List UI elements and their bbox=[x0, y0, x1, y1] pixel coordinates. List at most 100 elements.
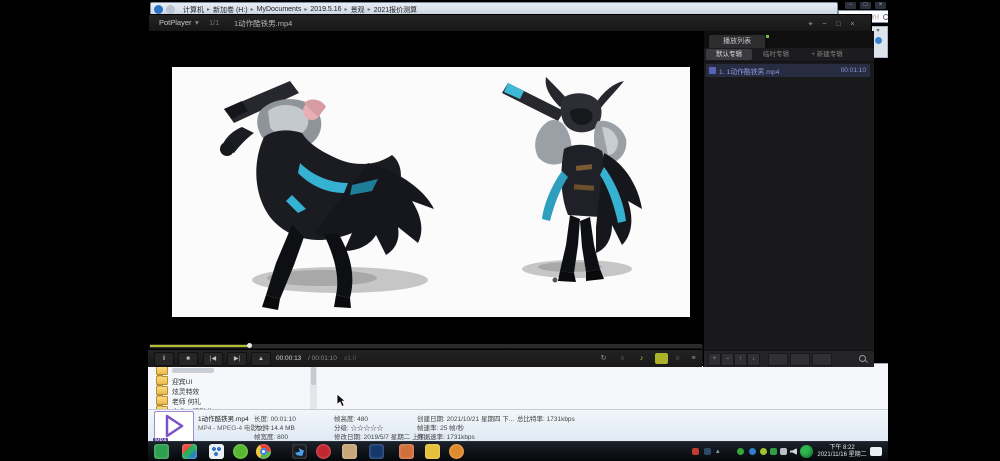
player-control-bar: ‖ ■ |◀ ▶| ▲ 00:00:13 / 00:01:10 x1.0 ↻ ○… bbox=[148, 349, 702, 367]
pause-button[interactable]: ‖ bbox=[154, 352, 174, 366]
taskbar-app-colorful-s[interactable] bbox=[182, 444, 197, 459]
folder-icon bbox=[156, 376, 168, 385]
seek-progress bbox=[150, 345, 249, 347]
explorer-maximize-button[interactable]: □ bbox=[860, 1, 871, 9]
maximize-button[interactable]: □ bbox=[832, 18, 845, 29]
breadcrumb-item[interactable]: 2019.5.16 bbox=[310, 6, 341, 13]
playlist-toolbar: + − ↑ ↓ bbox=[704, 350, 874, 367]
time-total: / 00:01:10 bbox=[308, 355, 337, 362]
taskbar-app-orange-ball[interactable] bbox=[449, 444, 464, 459]
notification-bubble-icon[interactable] bbox=[870, 447, 882, 456]
tree-row[interactable]: 老师 何礼 bbox=[156, 396, 201, 405]
tab-default-album[interactable]: 默认专辑 bbox=[706, 49, 752, 60]
tab-temp-album[interactable]: 临时专辑 bbox=[756, 49, 796, 60]
taskbar-app-green-circle[interactable] bbox=[233, 444, 248, 459]
taskbar-app-green-figure[interactable] bbox=[154, 444, 169, 459]
video-display[interactable] bbox=[172, 67, 690, 317]
playlist-toggle-button[interactable]: ≡ bbox=[687, 353, 700, 364]
breadcrumb: 计算机 ▸ 新加卷 (H:) ▸ MyDocuments ▸ 2019.5.16… bbox=[183, 5, 417, 15]
playlist-item[interactable]: 1. 1动作酷铁男.mp4 00:01:10 bbox=[706, 64, 870, 77]
breadcrumb-item[interactable]: 景观 bbox=[351, 5, 365, 15]
sound-icon[interactable]: ♪ bbox=[635, 353, 648, 364]
help-icon[interactable] bbox=[875, 37, 882, 44]
screen: 计算机 ▸ 新加卷 (H:) ▸ MyDocuments ▸ 2019.5.16… bbox=[0, 0, 1000, 461]
playlist-option-button[interactable] bbox=[768, 353, 788, 366]
repeat-icon[interactable]: ↻ bbox=[597, 353, 610, 364]
explorer-close-button[interactable]: × bbox=[875, 1, 886, 9]
letterbox-right bbox=[888, 0, 1000, 461]
tray-show-hidden-icon[interactable]: ▴ bbox=[716, 447, 720, 455]
tray-green2-icon[interactable] bbox=[770, 448, 777, 455]
tree-scrollbar[interactable] bbox=[310, 365, 317, 409]
breadcrumb-item[interactable]: 新加卷 (H:) bbox=[213, 5, 248, 15]
seek-bar[interactable] bbox=[150, 344, 702, 348]
playlist-search-icon[interactable] bbox=[859, 355, 866, 362]
potplayer-menu-button[interactable]: PotPlayer bbox=[159, 18, 192, 27]
letterbox-left bbox=[0, 0, 148, 461]
tray-navy-icon[interactable] bbox=[704, 448, 711, 455]
taskbar-app-orange-box[interactable] bbox=[399, 444, 414, 459]
playlist-index: 1/1 bbox=[209, 18, 219, 27]
playlist-sort-button[interactable] bbox=[790, 353, 810, 366]
playlist-add-button[interactable]: + bbox=[708, 353, 721, 366]
control-panel-button[interactable] bbox=[655, 353, 668, 364]
tray-lime-icon[interactable] bbox=[760, 448, 767, 455]
subtitle-icon[interactable]: ○ bbox=[616, 353, 629, 364]
forward-icon[interactable] bbox=[166, 5, 175, 14]
letterbox-top bbox=[0, 0, 1000, 2]
breadcrumb-item[interactable]: 计算机 bbox=[183, 5, 204, 15]
clock-date: 2021/11/16 星期二 bbox=[816, 452, 868, 459]
taskbar-app-red-music[interactable] bbox=[316, 444, 331, 459]
folder-label: 老师 何礼 bbox=[172, 396, 201, 406]
folder-label: 迎宾UI bbox=[172, 376, 192, 386]
taskbar-app-blue-swoosh[interactable] bbox=[369, 444, 384, 459]
stop-button[interactable]: ■ bbox=[178, 352, 198, 366]
settings-icon[interactable]: ○ bbox=[671, 353, 684, 364]
album-tabs: 默认专辑 临时专辑 + 新建专辑 bbox=[704, 48, 874, 62]
seek-knob[interactable] bbox=[247, 343, 252, 348]
tray-clipboard-icon[interactable] bbox=[780, 448, 787, 455]
scrollbar-thumb[interactable] bbox=[311, 367, 316, 385]
playlist-remove-button[interactable]: − bbox=[721, 353, 734, 366]
back-icon[interactable] bbox=[154, 5, 163, 14]
tray-wechat-icon[interactable] bbox=[800, 445, 813, 458]
previous-button[interactable]: |◀ bbox=[203, 352, 223, 366]
folder-icon bbox=[156, 366, 168, 375]
speed-indicator: x1.0 bbox=[344, 355, 356, 362]
next-button[interactable]: ▶| bbox=[227, 352, 247, 366]
playlist-down-button[interactable]: ↓ bbox=[747, 353, 760, 366]
taskbar-app-blue-bird[interactable] bbox=[292, 444, 307, 459]
open-button[interactable]: ▲ bbox=[251, 352, 271, 366]
video-characters bbox=[172, 67, 690, 317]
tray-red-icon[interactable] bbox=[692, 448, 699, 455]
playlist-item-label: 1. 1动作酷铁男.mp4 bbox=[719, 66, 841, 76]
potplayer-title-bar[interactable]: PotPlayer ▾ 1/1 1动作酷铁男.mp4 ⌖ − □ × bbox=[149, 15, 871, 32]
folder-label: 炫灵特效 bbox=[172, 386, 199, 396]
taskbar-app-chrome[interactable] bbox=[256, 444, 271, 459]
playlist-up-button[interactable]: ↑ bbox=[734, 353, 747, 366]
crumb-separator-icon: ▸ bbox=[345, 6, 348, 13]
close-button[interactable]: × bbox=[846, 18, 859, 29]
taskbar-app-white-blue[interactable] bbox=[209, 444, 224, 459]
mouse-cursor bbox=[336, 393, 347, 413]
taskbar-app-yellow-doc[interactable] bbox=[425, 444, 440, 459]
tray-speaker-icon[interactable] bbox=[790, 448, 797, 455]
crumb-separator-icon: ▸ bbox=[251, 6, 254, 13]
minimize-button[interactable]: − bbox=[818, 18, 831, 29]
tray-clock[interactable]: 下午 8:22 2021/11/16 星期二 bbox=[816, 445, 868, 459]
breadcrumb-item[interactable]: 2021报价测算 bbox=[374, 5, 418, 15]
taskbar-app-tan-folder[interactable] bbox=[342, 444, 357, 459]
tab-playlist[interactable]: 播放列表 bbox=[709, 35, 765, 48]
breadcrumb-item[interactable]: MyDocuments bbox=[257, 6, 302, 13]
mp4-file-icon: MP4 bbox=[154, 411, 194, 443]
tree-row-clipped[interactable] bbox=[156, 366, 214, 375]
tray-green-icon[interactable] bbox=[737, 448, 744, 455]
tab-new-album[interactable]: + 新建专辑 bbox=[800, 49, 854, 60]
tree-row[interactable]: 炫灵特效 bbox=[156, 386, 199, 395]
tray-blue-icon[interactable] bbox=[749, 448, 756, 455]
tree-row[interactable]: 迎宾UI bbox=[156, 376, 192, 385]
crumb-separator-icon: ▸ bbox=[368, 6, 371, 13]
playlist-repeat-button[interactable] bbox=[812, 353, 832, 366]
explorer-minimize-button[interactable]: − bbox=[845, 1, 856, 9]
pin-icon[interactable]: ⌖ bbox=[804, 18, 817, 29]
